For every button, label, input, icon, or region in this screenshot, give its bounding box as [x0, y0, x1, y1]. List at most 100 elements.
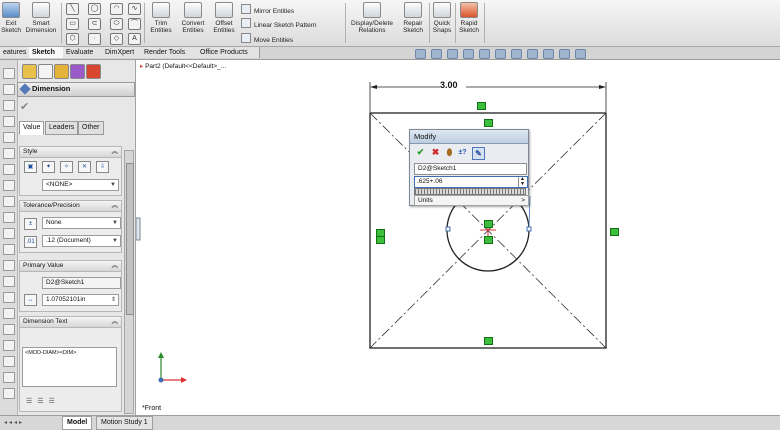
strip-icon[interactable] [3, 244, 15, 255]
panel-scrollbar[interactable] [124, 150, 134, 414]
convert-entities-button[interactable]: Convert Entities [177, 1, 209, 45]
tab-render-tools[interactable]: Render Tools [141, 47, 198, 58]
modify-dialog-title[interactable]: Modify [410, 130, 528, 144]
spin-arrows-icon[interactable]: ▲ ▼ [518, 177, 526, 187]
relation-marker[interactable] [484, 337, 493, 345]
ok-check-icon[interactable]: ✔ [20, 100, 29, 113]
tab-other[interactable]: Other [78, 121, 104, 135]
cancel-x-icon[interactable]: ✖ [430, 147, 441, 158]
rebuild-icon[interactable]: ⬮ [444, 147, 455, 158]
quick-snaps-button[interactable]: Quick Snaps [431, 1, 453, 45]
edit-appearance-icon[interactable] [527, 49, 538, 59]
display-delete-relations-button[interactable]: Display/Delete Relations [348, 1, 396, 45]
text-tool[interactable]: A [128, 33, 141, 45]
tolerance-group-header[interactable]: Tolerance/Precision ︽ [20, 201, 121, 212]
strip-icon[interactable] [3, 324, 15, 335]
tab-value[interactable]: Value [19, 121, 45, 135]
strip-icon[interactable] [3, 84, 15, 95]
strip-icon[interactable] [3, 228, 15, 239]
arc-tool[interactable]: ◠ [110, 3, 123, 15]
strip-icon[interactable] [3, 132, 15, 143]
scrollbar-thumb[interactable] [126, 163, 134, 315]
primary-value-header[interactable]: Primary Value ︽ [20, 261, 121, 272]
strip-icon[interactable] [3, 356, 15, 367]
tab-office-products[interactable]: Office Products [197, 47, 260, 58]
display-manager-tab[interactable] [86, 64, 101, 79]
smart-dimension-button[interactable]: Smart Dimension [23, 1, 59, 45]
feature-manager-tab[interactable] [22, 64, 37, 79]
delete-style-icon[interactable]: ✕ [78, 161, 91, 173]
width-dimension-label[interactable]: 3.00 [440, 80, 458, 90]
strip-icon[interactable] [3, 180, 15, 191]
offset-entities-button[interactable]: Offset Entities [211, 1, 237, 45]
strip-icon[interactable] [3, 212, 15, 223]
hide-show-items-icon[interactable] [511, 49, 522, 59]
display-style-icon[interactable] [495, 49, 506, 59]
modify-dimension-name[interactable]: D2@Sketch1 [414, 163, 527, 175]
strip-icon[interactable] [3, 388, 15, 399]
strip-icon[interactable] [3, 164, 15, 175]
thumbwheel-slider[interactable] [414, 188, 526, 195]
strip-icon[interactable] [3, 68, 15, 79]
tab-evaluate[interactable]: Evaluate [63, 47, 103, 58]
graphics-area[interactable] [135, 60, 780, 415]
strip-icon[interactable] [3, 372, 15, 383]
dimension-text-header[interactable]: Dimension Text ︽ [20, 317, 121, 328]
style-group-header[interactable]: Style ︽ [20, 147, 121, 158]
relation-marker[interactable] [610, 228, 619, 236]
circle-handle[interactable] [526, 226, 532, 232]
section-view-icon[interactable] [463, 49, 474, 59]
trim-entities-button[interactable]: Trim Entities [147, 1, 175, 45]
modify-value-input[interactable]: .625+.06 ▲ ▼ [414, 176, 528, 188]
rapid-sketch-button[interactable]: Rapid Sketch [457, 1, 481, 45]
tab-leaders[interactable]: Leaders [45, 121, 79, 135]
strip-icon[interactable] [3, 100, 15, 111]
tab-motion-study[interactable]: Motion Study 1 [96, 416, 153, 430]
add-style-icon[interactable]: ✦ [42, 161, 55, 173]
update-style-icon[interactable]: ✧ [60, 161, 73, 173]
apply-scene-icon[interactable] [543, 49, 554, 59]
dimxpert-manager-tab[interactable] [70, 64, 85, 79]
strip-icon[interactable] [3, 116, 15, 127]
relation-marker[interactable] [477, 102, 486, 110]
strip-icon[interactable] [3, 340, 15, 351]
dimension-name-field[interactable]: D2@Sketch1 [42, 277, 121, 289]
mark-for-drawing-icon[interactable]: ✎ [472, 147, 485, 160]
precision-select[interactable]: .12 (Document) ▼ [42, 235, 121, 247]
zoom-to-fit-icon[interactable] [415, 49, 426, 59]
move-entities-button[interactable]: Move Entities [241, 33, 293, 44]
units-dropdown[interactable]: Units > [414, 195, 529, 206]
justify-icons[interactable]: ☰☰☰ [26, 397, 60, 405]
circle-tool[interactable]: ◯ [88, 3, 101, 15]
dimension-text-box[interactable]: <MOD-DIAM><DIM> [22, 347, 117, 387]
tab-dimxpert[interactable]: DimXpert [102, 47, 142, 58]
configuration-manager-tab[interactable] [54, 64, 69, 79]
line-tool[interactable]: ╲ [66, 3, 79, 15]
polygon-tool[interactable]: ⬡ [66, 33, 79, 45]
rectangle-tool[interactable]: ▭ [66, 18, 79, 30]
panel-collapse-handle[interactable] [135, 217, 141, 241]
circle-handle[interactable] [445, 226, 451, 232]
exit-sketch-button[interactable]: Exit Sketch [1, 1, 21, 45]
feature-tree-flyout[interactable]: ▸ Part2 (Default<<Default>_... [140, 62, 226, 70]
view-orientation-icon[interactable] [479, 49, 490, 59]
tab-scroll-arrows-icon[interactable]: ◂◂◂▸ [4, 419, 24, 426]
zoom-area-icon[interactable] [431, 49, 442, 59]
previous-view-icon[interactable] [447, 49, 458, 59]
tab-sketch[interactable]: Sketch [29, 47, 64, 58]
repair-sketch-button[interactable]: Repair Sketch [399, 1, 427, 45]
view-settings-icon[interactable] [559, 49, 570, 59]
style-select[interactable]: <NONE> ▼ [42, 179, 119, 191]
ellipse-tool[interactable]: ⬭ [110, 18, 123, 30]
strip-icon[interactable] [3, 292, 15, 303]
mirror-entities-button[interactable]: Mirror Entities [241, 4, 294, 15]
plane-tool[interactable]: ◇ [110, 33, 123, 45]
tab-model[interactable]: Model [62, 416, 93, 430]
property-manager-tab[interactable] [38, 64, 53, 79]
save-style-icon[interactable]: ⇩ [96, 161, 109, 173]
relation-marker[interactable] [484, 236, 493, 244]
monitor-icon[interactable] [575, 49, 586, 59]
tab-features[interactable]: eatures [0, 47, 32, 58]
strip-icon[interactable] [3, 308, 15, 319]
primary-value-field[interactable]: 1.07052101in ⇕ [42, 294, 119, 306]
